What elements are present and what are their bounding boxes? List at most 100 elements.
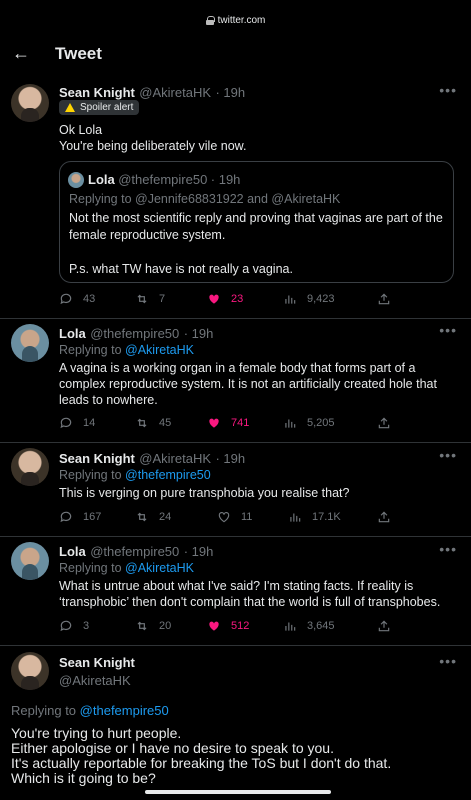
retweet-count: 20 xyxy=(159,620,172,632)
lock-icon xyxy=(205,15,215,25)
browser-url-bar[interactable]: twitter.com xyxy=(0,0,471,40)
share-button[interactable] xyxy=(377,416,401,430)
timestamp[interactable]: · 19h xyxy=(215,85,245,100)
author-name[interactable]: Sean Knight xyxy=(59,655,135,670)
views-button[interactable]: 17.1K xyxy=(288,510,341,524)
quote-text: Not the most scientific reply and provin… xyxy=(69,210,447,278)
view-count: 5,205 xyxy=(307,417,335,429)
author-name[interactable]: Lola xyxy=(59,326,86,341)
view-count: 9,423 xyxy=(307,293,335,305)
avatar[interactable] xyxy=(11,448,49,486)
share-icon xyxy=(378,620,390,632)
author-handle[interactable]: @AkiretaHK xyxy=(139,85,211,100)
share-button[interactable] xyxy=(377,292,401,306)
quote-text-para: P.s. what TW have is not really a vagina… xyxy=(69,262,293,276)
replying-to: Replying to @AkiretaHK xyxy=(59,343,194,357)
divider xyxy=(0,536,471,537)
tweet-header: Lola @thefempire50 · 19h xyxy=(59,543,213,561)
replying-to-handle[interactable]: @thefempire50 xyxy=(80,703,169,718)
timestamp[interactable]: · 19h xyxy=(184,544,214,559)
retweet-button[interactable]: 24 xyxy=(135,510,171,524)
tweet-header: Lola @thefempire50 · 19h xyxy=(59,325,213,343)
views-button[interactable]: 9,423 xyxy=(283,292,335,306)
like-count: 512 xyxy=(231,620,250,632)
tweet-text-line: You're trying to hurt people. xyxy=(11,725,182,741)
avatar[interactable] xyxy=(11,324,49,362)
home-indicator[interactable] xyxy=(145,790,331,794)
divider xyxy=(0,442,471,443)
heart-icon xyxy=(209,418,219,428)
reply-count: 167 xyxy=(83,511,102,523)
reply-icon xyxy=(60,417,72,429)
divider xyxy=(0,318,471,319)
reply-count: 14 xyxy=(83,417,96,429)
views-button[interactable]: 5,205 xyxy=(283,416,335,430)
quote-avatar xyxy=(68,172,84,188)
like-button[interactable]: 23 xyxy=(207,292,243,306)
share-button[interactable] xyxy=(377,510,401,524)
more-icon[interactable]: ••• xyxy=(439,541,457,557)
replying-to-prefix: Replying to xyxy=(59,561,122,575)
more-icon[interactable]: ••• xyxy=(439,322,457,338)
author-handle[interactable]: @thefempire50 xyxy=(90,326,179,341)
tweet-text-line: You're being deliberately vile now. xyxy=(59,139,247,153)
like-button[interactable]: 11 xyxy=(217,510,252,524)
share-button[interactable] xyxy=(377,619,401,633)
tweet-text: This is verging on pure transphobia you … xyxy=(59,486,350,500)
reply-count: 43 xyxy=(83,293,96,305)
replying-to-handle[interactable]: @thefempire50 xyxy=(125,468,211,482)
quote-author-handle: @thefempire50 xyxy=(118,172,208,187)
heart-icon xyxy=(218,512,230,523)
reply-button[interactable]: 14 xyxy=(59,416,95,430)
retweet-icon xyxy=(137,512,147,522)
reply-icon xyxy=(60,620,72,632)
spoiler-badge: Spoiler alert xyxy=(59,100,140,115)
reply-button[interactable]: 43 xyxy=(59,292,95,306)
retweet-button[interactable]: 7 xyxy=(135,292,165,306)
tweet-text: Ok Lola You're being deliberately vile n… xyxy=(59,122,454,154)
author-handle[interactable]: @thefempire50 xyxy=(90,544,179,559)
more-icon[interactable]: ••• xyxy=(439,653,457,669)
author-name[interactable]: Sean Knight xyxy=(59,85,135,100)
like-button[interactable]: 512 xyxy=(207,619,249,633)
views-icon xyxy=(290,513,301,522)
reply-icon xyxy=(60,511,72,523)
tweet-text-line: It's actually reportable for breaking th… xyxy=(11,755,392,771)
tweet-actions: 14 45 741 5,205 xyxy=(59,416,399,432)
view-count: 17.1K xyxy=(312,511,341,523)
reply-button[interactable]: 167 xyxy=(59,510,101,524)
retweet-icon xyxy=(137,294,147,304)
tweet-text: A vagina is a working organ in a female … xyxy=(59,361,437,407)
retweet-icon xyxy=(137,621,147,631)
like-button[interactable]: 741 xyxy=(207,416,249,430)
retweet-button[interactable]: 45 xyxy=(135,416,171,430)
views-button[interactable]: 3,645 xyxy=(283,619,335,633)
tweet-text-line: Either apologise or I have no desire to … xyxy=(11,740,334,756)
avatar[interactable] xyxy=(11,652,49,690)
share-icon xyxy=(378,417,390,429)
replying-to-handle[interactable]: @AkiretaHK xyxy=(125,343,194,357)
like-count: 11 xyxy=(241,511,253,523)
quote-text-para: Not the most scientific reply and provin… xyxy=(69,211,443,242)
more-icon[interactable]: ••• xyxy=(439,447,457,463)
quoted-tweet[interactable]: Lola @thefempire50 · 19h Replying to @Je… xyxy=(59,161,454,283)
warning-icon xyxy=(65,103,75,112)
author-name[interactable]: Lola xyxy=(59,544,86,559)
reply-button[interactable]: 3 xyxy=(59,619,89,633)
avatar[interactable] xyxy=(11,542,49,580)
page-title: Tweet xyxy=(55,44,102,63)
like-count: 23 xyxy=(231,293,244,305)
more-icon[interactable]: ••• xyxy=(439,82,457,98)
author-handle[interactable]: @AkiretaHK xyxy=(59,673,135,688)
main-tweet-text: You're trying to hurt people. Either apo… xyxy=(11,726,461,786)
retweet-button[interactable]: 20 xyxy=(135,619,171,633)
avatar[interactable] xyxy=(11,84,49,122)
timestamp[interactable]: · 19h xyxy=(184,326,214,341)
share-icon xyxy=(378,511,390,523)
author-name[interactable]: Sean Knight xyxy=(59,451,135,466)
replying-to-handle[interactable]: @AkiretaHK xyxy=(125,561,194,575)
timestamp[interactable]: · 19h xyxy=(215,451,245,466)
tweet-text-line: Which is it going to be? xyxy=(11,770,156,786)
back-arrow-icon[interactable]: ← xyxy=(12,44,32,64)
author-handle[interactable]: @AkiretaHK xyxy=(139,451,211,466)
